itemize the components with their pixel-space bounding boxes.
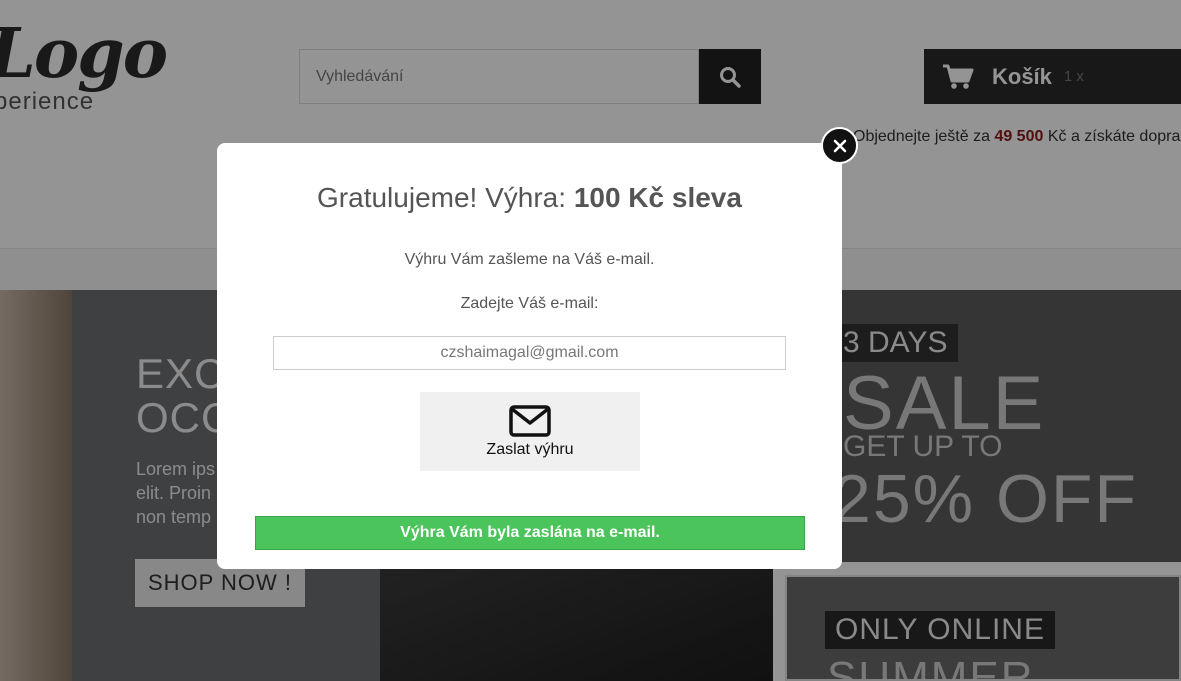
modal-title-regular: Gratulujeme! Výhra: — [317, 182, 574, 213]
modal-title-prize: 100 Kč sleva — [573, 182, 742, 213]
email-label: Zadejte Váš e-mail: — [460, 295, 599, 312]
modal-close-button[interactable] — [821, 127, 858, 164]
send-prize-button[interactable]: Zaslat výhru — [420, 392, 640, 471]
email-field[interactable] — [273, 336, 786, 370]
modal-title: Gratulujeme! Výhra: 100 Kč sleva — [217, 182, 842, 214]
close-icon — [833, 139, 846, 152]
envelope-icon — [509, 404, 551, 437]
send-prize-label: Zaslat výhru — [486, 440, 574, 458]
modal-info-text: Výhru Vám zašleme na Váš e-mail. — [404, 251, 655, 268]
success-message: Výhra Vám byla zaslána na e-mail. — [255, 516, 805, 550]
